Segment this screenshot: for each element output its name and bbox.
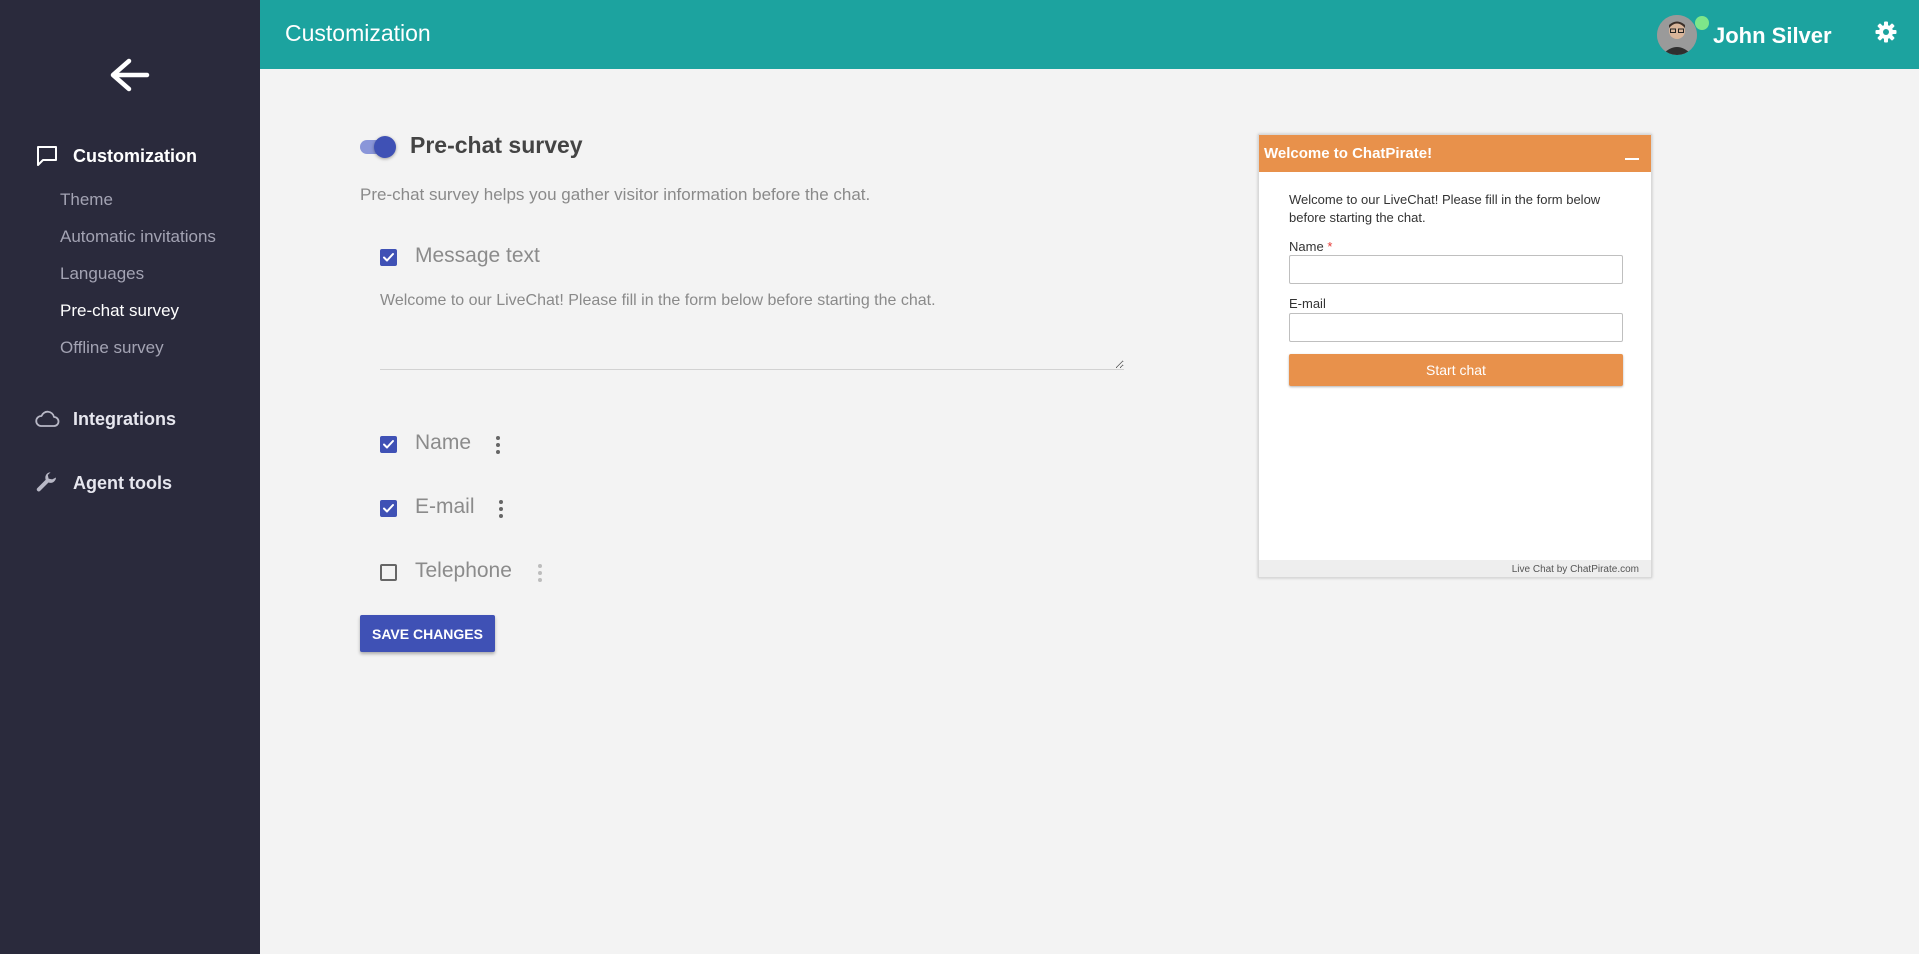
back-arrow-icon[interactable] [107,55,153,95]
sidebar-item-theme[interactable]: Theme [60,190,113,210]
user-name[interactable]: John Silver [1713,23,1832,49]
sidebar-item-offline-survey[interactable]: Offline survey [60,338,164,358]
sidebar-section-customization[interactable]: Customization [0,143,260,169]
online-status-indicator [1695,16,1709,30]
telephone-field-more-icon[interactable] [533,562,547,584]
section-title: Pre-chat survey [410,132,583,158]
pre-chat-survey-toggle[interactable] [360,135,396,158]
email-field-checkbox[interactable] [380,500,397,517]
message-text-checkbox[interactable] [380,249,397,266]
cloud-icon [34,406,60,432]
message-text-input[interactable]: Welcome to our LiveChat! Please fill in … [380,292,1124,370]
avatar[interactable] [1657,15,1697,55]
chat-widget-preview: Welcome to ChatPirate! Welcome to our Li… [1258,134,1652,578]
widget-header: Welcome to ChatPirate! [1259,135,1651,172]
sidebar-section-label: Agent tools [73,472,172,493]
widget-name-label-text: Name [1289,239,1324,254]
sidebar-section-label: Integrations [73,408,177,429]
toggle-knob [374,136,396,158]
widget-email-input[interactable] [1289,313,1623,342]
widget-name-label: Name * [1289,239,1332,254]
sidebar-section-label: Customization [73,145,197,166]
sidebar-section-agent-tools[interactable]: Agent tools [0,470,260,496]
page-title: Customization [285,20,431,46]
sidebar-item-languages[interactable]: Languages [60,264,144,284]
telephone-field-label: Telephone [415,559,512,582]
name-field-label: Name [415,431,472,454]
required-mark: * [1327,239,1333,254]
start-chat-button[interactable]: Start chat [1289,354,1623,386]
top-header: Customization John Silver [260,0,1919,69]
name-field-more-icon[interactable] [491,434,505,456]
widget-footer: Live Chat by ChatPirate.com [1259,560,1651,577]
wrench-icon [34,470,60,496]
sidebar-item-automatic-invitations[interactable]: Automatic invitations [60,227,216,247]
minimize-icon[interactable] [1625,158,1639,160]
widget-email-label: E-mail [1289,296,1326,311]
widget-footer-text: Live Chat by ChatPirate.com [1511,564,1639,575]
widget-title: Welcome to ChatPirate! [1264,145,1433,162]
save-changes-button[interactable]: SAVE CHANGES [360,615,495,652]
message-text-label: Message text [415,244,540,267]
email-field-label: E-mail [415,495,475,518]
telephone-field-checkbox[interactable] [380,564,397,581]
sidebar-item-pre-chat-survey[interactable]: Pre-chat survey [60,301,179,321]
name-field-checkbox[interactable] [380,436,397,453]
chat-bubble-icon [34,143,60,169]
sidebar-section-integrations[interactable]: Integrations [0,406,260,432]
email-field-more-icon[interactable] [494,498,508,520]
sidebar: Customization Theme Automatic invitation… [0,0,260,954]
gear-icon[interactable] [1874,20,1898,44]
widget-intro-text: Welcome to our LiveChat! Please fill in … [1289,192,1601,225]
widget-name-input[interactable] [1289,255,1623,284]
section-description: Pre-chat survey helps you gather visitor… [360,185,871,204]
